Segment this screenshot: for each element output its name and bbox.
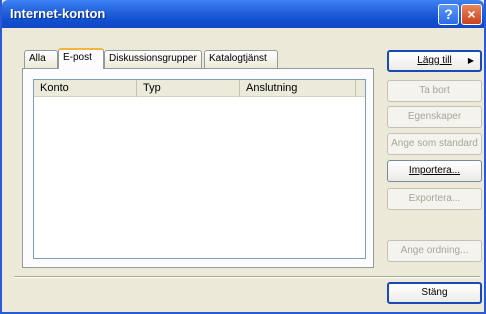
- tab-katalogtjanst[interactable]: Katalogtjänst: [204, 50, 278, 68]
- help-button[interactable]: ?: [438, 4, 459, 25]
- close-window-button[interactable]: ×: [461, 4, 482, 25]
- import-button[interactable]: Importera...: [387, 160, 482, 182]
- remove-button[interactable]: Ta bort: [387, 80, 482, 102]
- add-button[interactable]: Lägg till ▶: [387, 50, 482, 72]
- title-bar[interactable]: Internet-konton ? ×: [2, 0, 484, 28]
- tab-e-post[interactable]: E-post: [58, 48, 104, 69]
- column-header-konto[interactable]: Konto: [34, 80, 137, 97]
- set-default-button[interactable]: Ange som standard: [387, 133, 482, 155]
- import-button-label: Importera...: [408, 165, 461, 176]
- tab-alla[interactable]: Alla: [24, 50, 58, 68]
- divider: [14, 276, 480, 278]
- internet-accounts-dialog: Internet-konton ? × Alla E-post Diskussi…: [0, 0, 486, 314]
- tab-diskussionsgrupper[interactable]: Diskussionsgrupper: [104, 50, 202, 68]
- add-button-label: Lägg till: [417, 55, 452, 66]
- set-order-button[interactable]: Ange ordning...: [387, 240, 482, 262]
- list-header: Konto Typ Anslutning: [34, 80, 365, 97]
- close-button[interactable]: Stäng: [387, 282, 482, 304]
- properties-button[interactable]: Egenskaper: [387, 106, 482, 128]
- column-header-typ[interactable]: Typ: [137, 80, 240, 97]
- window-title: Internet-konton: [10, 6, 106, 21]
- tab-panel: Konto Typ Anslutning: [22, 68, 374, 268]
- arrow-right-icon: ▶: [467, 56, 474, 65]
- column-header-anslutning[interactable]: Anslutning: [240, 80, 356, 97]
- accounts-list[interactable]: Konto Typ Anslutning: [33, 79, 366, 259]
- export-button[interactable]: Exportera...: [387, 188, 482, 210]
